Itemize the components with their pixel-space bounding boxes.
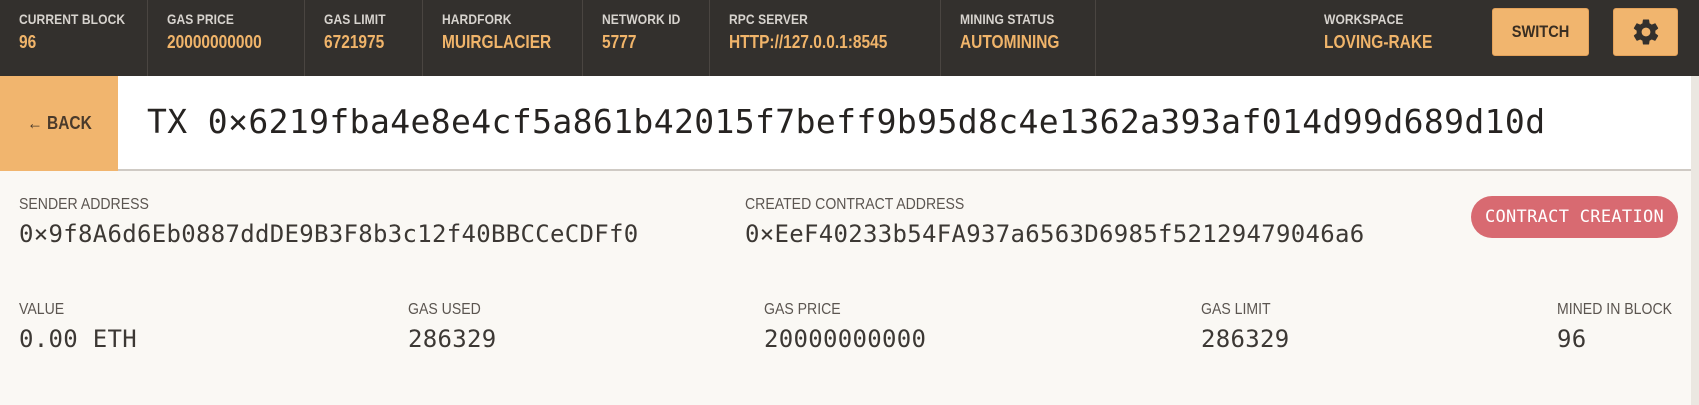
stat-label: MINING STATUS (960, 11, 1055, 27)
value-label: VALUE (19, 301, 65, 318)
stat-gas-price: GAS PRICE 20000000000 (148, 0, 305, 76)
contract-address-field: CREATED CONTRACT ADDRESS 0×EeF40233b54FA… (745, 196, 1364, 248)
gas-used-label: GAS USED (408, 301, 481, 318)
value-amount: 0.00 ETH (19, 325, 137, 353)
transaction-title-bar: ← BACK TX 0×6219fba4e8e4cf5a861b42015f7b… (0, 76, 1699, 171)
gear-icon (1633, 19, 1658, 45)
gas-limit-label: GAS LIMIT (1201, 301, 1271, 318)
stat-hardfork: HARDFORK MUIRGLACIER (423, 0, 583, 76)
transaction-hash-title: TX 0×6219fba4e8e4cf5a861b42015f7beff9b95… (147, 102, 1546, 141)
contract-address-value: 0×EeF40233b54FA937a6563D6985f52129479046… (745, 220, 1365, 248)
stat-label: RPC SERVER (729, 11, 808, 27)
workspace-label: WORKSPACE (1324, 11, 1404, 27)
gas-used-field: GAS USED 286329 (408, 301, 497, 353)
stat-value: HTTP://127.0.0.1:8545 (729, 32, 888, 52)
top-bar: CURRENT BLOCK 96 GAS PRICE 20000000000 G… (0, 0, 1699, 76)
mined-in-block-field: MINED IN BLOCK 96 (1557, 301, 1688, 353)
stat-label: HARDFORK (442, 11, 512, 27)
stat-label: GAS LIMIT (324, 11, 386, 27)
mined-in-block-label: MINED IN BLOCK (1557, 301, 1673, 318)
stat-value: 5777 (602, 32, 637, 52)
sender-address-value: 0×9f8A6d6Eb0887ddDE9B3F8b3c12f40BBCCeCDF… (19, 220, 639, 248)
settings-button[interactable] (1613, 8, 1678, 56)
switch-button-label: SWITCH (1511, 22, 1570, 41)
back-button-label: ← BACK (26, 113, 92, 133)
workspace-name: LOVING-RAKE (1324, 32, 1433, 52)
stat-rpc-server: RPC SERVER HTTP://127.0.0.1:8545 (710, 0, 941, 76)
stat-gas-limit: GAS LIMIT 6721975 (305, 0, 423, 76)
workspace-info: WORKSPACE LOVING-RAKE (1324, 0, 1484, 53)
contract-address-label: CREATED CONTRACT ADDRESS (745, 196, 965, 213)
value-field: VALUE 0.00 ETH (19, 301, 137, 353)
scrollbar-track[interactable] (1691, 76, 1699, 405)
stat-label: NETWORK ID (602, 11, 681, 27)
gas-used-value: 286329 (408, 325, 497, 353)
mined-in-block-value: 96 (1557, 325, 1587, 353)
back-button[interactable]: ← BACK (0, 76, 118, 171)
sender-address-label: SENDER ADDRESS (19, 196, 149, 213)
gas-price-field: GAS PRICE 20000000000 (764, 301, 926, 353)
stat-label: GAS PRICE (167, 11, 235, 27)
stat-value: 96 (19, 32, 37, 52)
stat-network-id: NETWORK ID 5777 (583, 0, 710, 76)
contract-creation-badge: CONTRACT CREATION (1471, 196, 1678, 238)
stat-value: 6721975 (324, 32, 385, 52)
stat-value: MUIRGLACIER (442, 32, 552, 52)
stat-current-block: CURRENT BLOCK 96 (0, 0, 148, 76)
gas-limit-field: GAS LIMIT 286329 (1201, 301, 1290, 353)
stat-value: 20000000000 (167, 32, 262, 52)
stat-value: AUTOMINING (960, 32, 1060, 52)
gas-price-value: 20000000000 (764, 325, 927, 353)
gas-limit-value: 286329 (1201, 325, 1290, 353)
stat-label: CURRENT BLOCK (19, 11, 126, 27)
switch-workspace-button[interactable]: SWITCH (1492, 8, 1589, 56)
stat-mining-status: MINING STATUS AUTOMINING (941, 0, 1096, 76)
gas-price-label: GAS PRICE (764, 301, 841, 318)
sender-address-field: SENDER ADDRESS 0×9f8A6d6Eb0887ddDE9B3F8b… (19, 196, 638, 248)
